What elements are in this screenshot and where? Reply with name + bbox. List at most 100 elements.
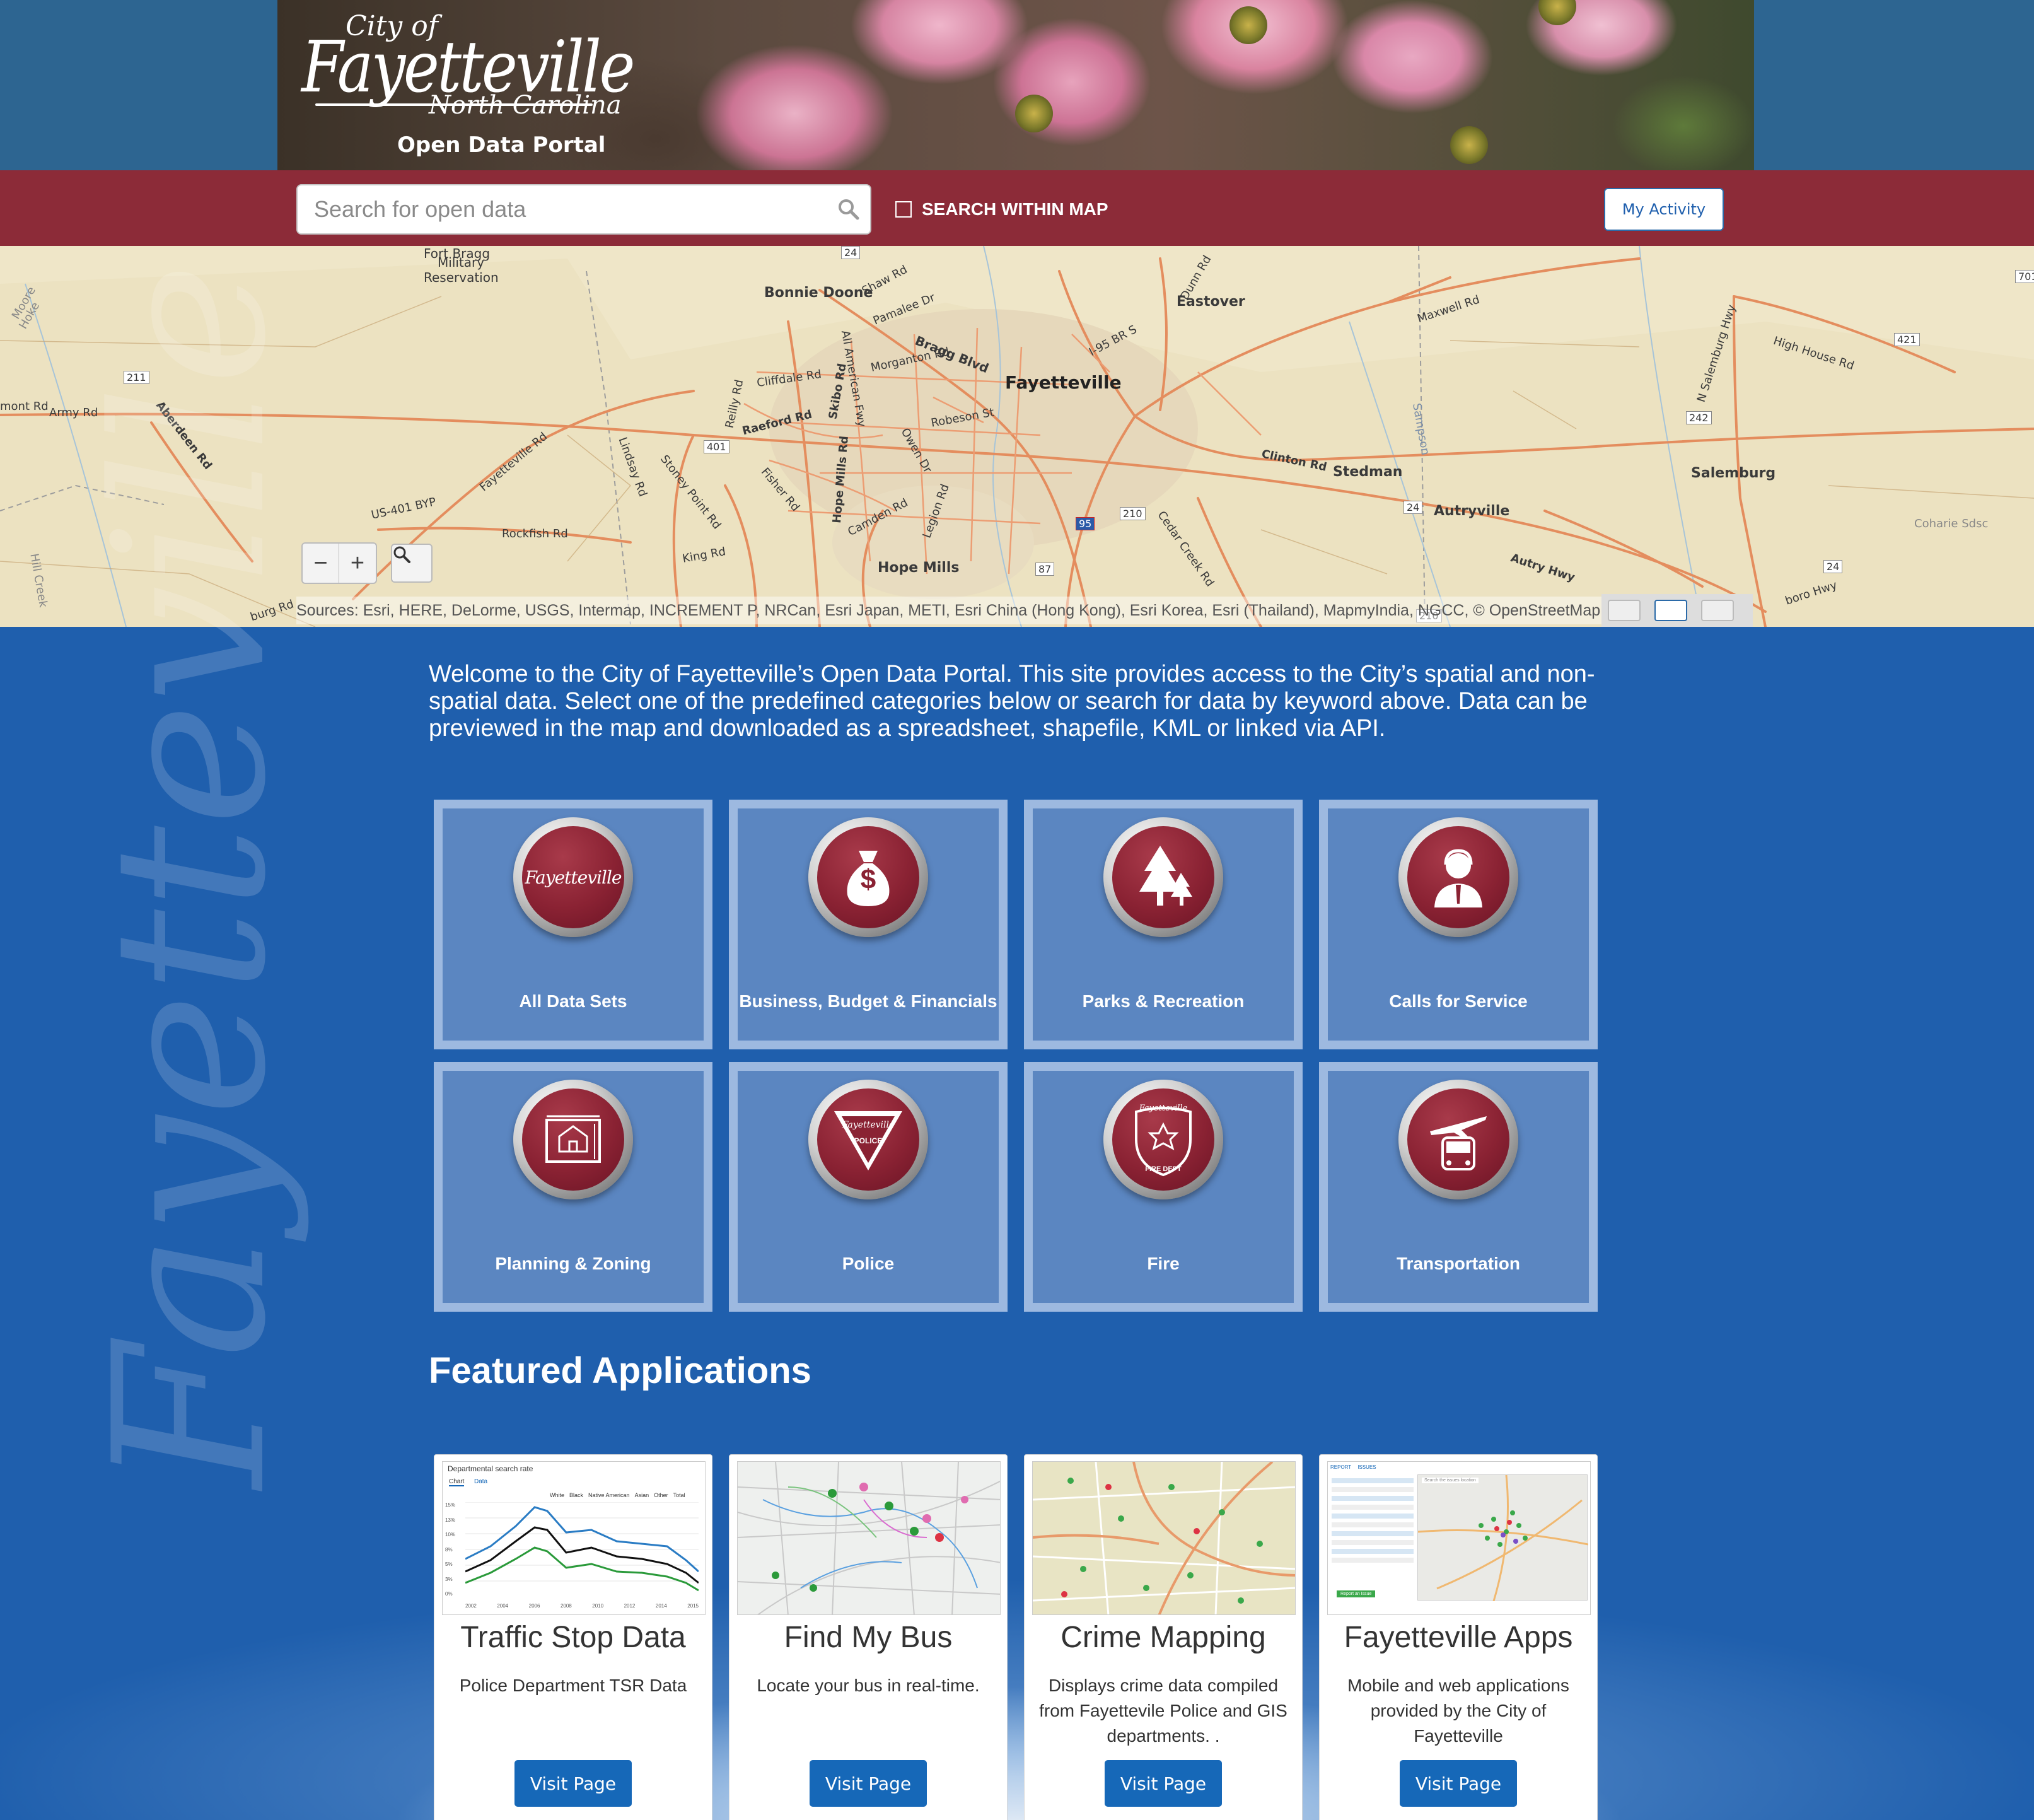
thumb-tab-report: REPORT	[1330, 1464, 1352, 1470]
icon-frame: Fayetteville	[513, 817, 633, 937]
thumb-x-axis: 2002 2004 2006 2008 2010 2012 2014 2015	[465, 1603, 699, 1609]
route-shield: 421	[1894, 333, 1920, 346]
thumb-legend-item: Black	[569, 1492, 584, 1498]
category-all-data-sets[interactable]: Fayetteville All Data Sets	[434, 800, 712, 1049]
category-calls-for-service[interactable]: Calls for Service	[1319, 800, 1598, 1049]
thumb-search-field: Search the issues location	[1422, 1478, 1479, 1483]
category-label: Planning & Zoning	[495, 1254, 651, 1273]
route-shield: 24	[841, 246, 861, 259]
app-title: Crime Mapping	[1061, 1621, 1266, 1654]
visit-page-button[interactable]: Visit Page	[514, 1760, 632, 1807]
basemap-option-2[interactable]	[1654, 600, 1687, 621]
search-within-map-toggle[interactable]: SEARCH WITHIN MAP	[895, 195, 1108, 223]
thumb-tab-chart: Chart	[449, 1478, 465, 1486]
bus-plane-icon	[1407, 1088, 1509, 1191]
thumb-tab-data: Data	[474, 1478, 488, 1485]
thumb-x-tick: 2008	[560, 1603, 572, 1609]
thumb-report-button: Report an Issue	[1337, 1590, 1376, 1597]
basemap-option-3[interactable]	[1701, 600, 1734, 621]
thumb-y-tick: 15%	[445, 1502, 456, 1508]
thumb-y-tick: 13%	[445, 1517, 456, 1523]
thumb-x-tick: 2006	[528, 1603, 540, 1609]
logo-flourish	[315, 103, 593, 106]
app-card-traffic-stop-data: Departmental search rate Chart Data Whit…	[434, 1454, 712, 1820]
category-parks-recreation[interactable]: Parks & Recreation	[1024, 800, 1303, 1049]
map-label-bonnie-doone: Bonnie Doone	[764, 285, 873, 301]
zoom-in-button[interactable]: +	[339, 544, 376, 583]
route-shield: 401	[704, 440, 729, 453]
search-within-map-checkbox[interactable]	[895, 201, 912, 218]
category-planning-zoning[interactable]: Planning & Zoning	[434, 1062, 712, 1312]
map-label-fayetteville: Fayetteville	[1005, 372, 1122, 393]
category-label: Fire	[1147, 1254, 1180, 1273]
category-label: All Data Sets	[519, 991, 627, 1011]
featured-applications-heading: Featured Applications	[429, 1350, 811, 1391]
icon-frame	[1398, 1080, 1518, 1199]
visit-page-button[interactable]: Visit Page	[1400, 1760, 1517, 1807]
thumb-y-tick: 10%	[445, 1532, 456, 1537]
thumb-legend-item: White	[550, 1492, 565, 1498]
category-label: Parks & Recreation	[1082, 991, 1245, 1011]
category-label: Transportation	[1396, 1254, 1520, 1273]
app-title: Fayetteville Apps	[1344, 1621, 1573, 1654]
map-label-salemburg: Salemburg	[1691, 465, 1776, 481]
thumb-x-tick: 2010	[592, 1603, 604, 1609]
search-bar: SEARCH WITHIN MAP My Activity	[0, 170, 2034, 246]
visit-page-button[interactable]: Visit Page	[1105, 1760, 1222, 1807]
category-police[interactable]: Fayetteville POLICE Police	[729, 1062, 1008, 1312]
basemap-option-1[interactable]	[1608, 600, 1641, 621]
map-search-button[interactable]	[391, 544, 433, 583]
map-label-hope-mills: Hope Mills	[878, 560, 960, 576]
operator-icon	[1407, 826, 1509, 928]
map-label-mont-rd: mont Rd	[0, 400, 49, 413]
icon-frame	[1398, 817, 1518, 937]
app-description: Mobile and web applications provided by …	[1347, 1676, 1569, 1746]
thumb-x-tick: 2014	[655, 1603, 667, 1609]
category-fire[interactable]: Fayetteville FIRE DEPT Fire	[1024, 1062, 1303, 1312]
icon-frame: Fayetteville POLICE	[808, 1080, 928, 1199]
search-input[interactable]	[298, 185, 870, 233]
route-shield: 242	[1686, 411, 1712, 424]
map-zoom-controls: − +	[301, 542, 377, 584]
route-shield: 87	[1035, 563, 1055, 576]
app-thumbnail[interactable]: Departmental search rate Chart Data Whit…	[442, 1461, 706, 1615]
visit-page-button[interactable]: Visit Page	[810, 1760, 927, 1807]
my-activity-button[interactable]: My Activity	[1604, 188, 1724, 231]
fire-dept-icon: Fayetteville FIRE DEPT	[1112, 1088, 1214, 1191]
app-description: Displays crime data compiled from Fayett…	[1039, 1676, 1287, 1746]
thumb-y-tick: 8%	[445, 1546, 453, 1553]
icon-frame: $	[808, 817, 928, 937]
map-attribution: Sources: Esri, HERE, DeLorme, USGS, Inte…	[296, 597, 1601, 624]
app-title: Find My Bus	[784, 1621, 953, 1654]
map-label-reservation: Reservation	[424, 270, 499, 285]
issue-map-thumbnail	[1417, 1474, 1589, 1602]
category-transportation[interactable]: Transportation	[1319, 1062, 1598, 1312]
featured-apps-list: Departmental search rate Chart Data Whit…	[434, 1454, 1598, 1820]
police-badge-city-text: Fayetteville	[842, 1120, 895, 1130]
bus-plane-graphic	[1430, 1116, 1487, 1170]
header-banner: City of Fayetteville North Carolina Open…	[277, 0, 1754, 170]
crime-map-thumbnail	[1033, 1462, 1295, 1614]
operator-graphic	[1434, 849, 1482, 907]
app-description: Locate your bus in real-time.	[757, 1676, 980, 1695]
app-thumbnail[interactable]	[737, 1461, 1001, 1615]
category-label: Calls for Service	[1389, 991, 1528, 1011]
search-icon[interactable]	[836, 197, 861, 222]
thumb-legend: White Black Native American Asian Other …	[550, 1492, 685, 1498]
app-thumbnail[interactable]: REPORT ISSUES Report an Issue Search the…	[1327, 1461, 1591, 1615]
icon-text: Fayetteville	[525, 866, 622, 888]
route-shield: 24	[1823, 560, 1843, 573]
app-thumbnail[interactable]	[1032, 1461, 1296, 1615]
basemap-switcher	[1601, 594, 1753, 627]
thumb-legend-item: Other	[654, 1492, 668, 1498]
category-label: Police	[842, 1254, 895, 1273]
fayetteville-watermark: Fayetteville	[69, 262, 397, 1526]
thumb-tab-issues: ISSUES	[1357, 1464, 1376, 1470]
fayetteville-logo-icon: Fayetteville	[522, 826, 624, 928]
tree-graphic	[1139, 846, 1192, 906]
magnifier-icon	[393, 546, 410, 563]
category-business-budget-financials[interactable]: $ Business, Budget & Financials	[729, 800, 1008, 1049]
city-logo[interactable]: City of Fayetteville North Carolina Open…	[296, 9, 636, 160]
thumb-issue-list: Report an Issue	[1332, 1474, 1414, 1613]
flower-center-decoration	[1450, 126, 1488, 164]
